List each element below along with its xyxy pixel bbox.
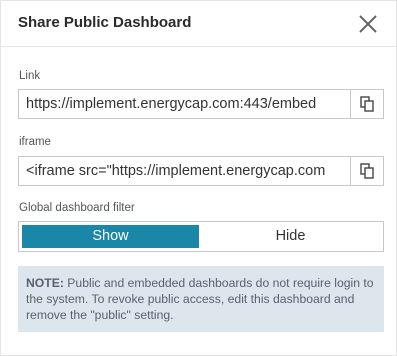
note-text: Public and embedded dashboards do not re… [26,276,374,322]
dialog-title: Share Public Dashboard [18,14,192,31]
iframe-field-group [18,156,384,186]
copy-icon [360,96,374,112]
close-icon [359,15,377,33]
link-field-group [18,89,384,119]
iframe-input[interactable] [19,157,349,185]
copy-link-button[interactable] [350,90,383,118]
link-input[interactable] [19,90,349,118]
dashboard-filter-toggle: Show Hide [18,221,384,252]
close-button[interactable] [354,10,382,38]
copy-icon [360,163,374,179]
iframe-label: iframe [19,136,51,148]
share-dashboard-dialog: Share Public Dashboard Link iframe Globa [0,0,397,356]
filter-label: Global dashboard filter [19,202,135,214]
copy-iframe-button[interactable] [350,157,383,185]
hide-option[interactable]: Hide [202,225,379,248]
show-option[interactable]: Show [22,225,199,248]
public-access-note: NOTE: Public and embedded dashboards do … [18,266,384,332]
link-label: Link [19,70,41,82]
dialog-header: Share Public Dashboard [1,1,397,47]
note-prefix: NOTE: [26,276,64,290]
